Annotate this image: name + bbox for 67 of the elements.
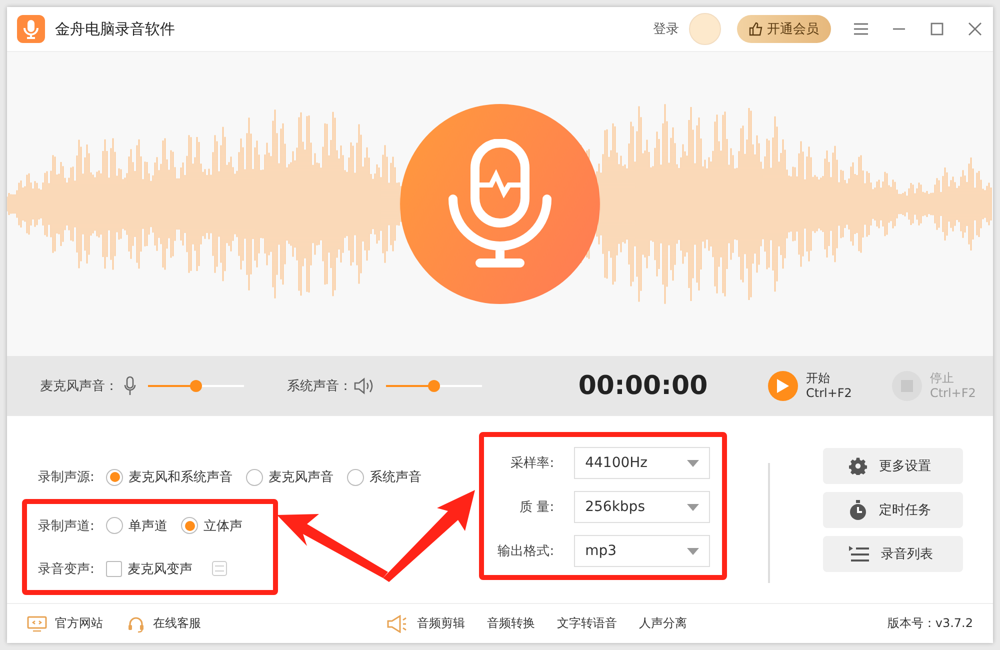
caret-icon (687, 460, 699, 466)
option-label: 麦克风变声 (127, 560, 192, 578)
tool-link[interactable]: 音频转换 (487, 615, 535, 632)
field-label: 录制声源: (38, 469, 94, 486)
option-label: 系统声音 (369, 469, 422, 486)
checkbox-option[interactable]: 麦克风变声 (106, 560, 192, 578)
app-logo-icon (17, 15, 45, 43)
radio-button[interactable] (246, 468, 264, 486)
radio-option[interactable]: 立体声 (181, 516, 242, 534)
login-link[interactable]: 登录 (653, 20, 679, 38)
link-label: 官方网站 (55, 615, 103, 632)
gear-icon (849, 457, 867, 475)
dropdown[interactable]: 256kbps (574, 491, 710, 523)
radio-button[interactable] (181, 517, 198, 534)
radio-button[interactable] (106, 468, 124, 486)
avatar[interactable] (689, 13, 721, 45)
speaker-icon (354, 377, 374, 395)
maximize-icon[interactable] (929, 21, 945, 37)
footer-link[interactable]: 在线客服 (127, 614, 201, 632)
radio-option[interactable]: 麦克风声音 (246, 468, 334, 486)
tool-link[interactable]: 音频剪辑 (417, 615, 465, 632)
dropdown[interactable]: 44100Hz (574, 447, 710, 479)
vip-button[interactable]: 开通会员 (737, 15, 831, 43)
start-button[interactable]: 开始 Ctrl+F2 (768, 371, 852, 401)
mic-volume-label: 麦克风声音： (40, 378, 118, 395)
field-label: 采样率: (510, 455, 554, 472)
close-icon[interactable] (967, 21, 983, 37)
headset-icon (127, 614, 145, 632)
checkbox[interactable] (106, 560, 122, 576)
microphone-icon (124, 376, 136, 396)
caret-icon (687, 504, 699, 510)
footer-link[interactable]: 官方网站 (27, 615, 103, 632)
radio-option[interactable]: 系统声音 (347, 468, 422, 486)
play-icon (777, 379, 789, 393)
stopwatch-icon (849, 500, 867, 520)
action-button[interactable]: 更多设置 (823, 448, 963, 484)
slider-thumb[interactable] (428, 380, 440, 392)
system-volume-label: 系统声音： (287, 378, 352, 395)
action-button[interactable]: 定时任务 (823, 492, 963, 528)
radio-option[interactable]: 单声道 (106, 516, 168, 534)
slider-thumb[interactable] (190, 380, 202, 392)
menu-icon[interactable] (853, 21, 869, 37)
link-label: 在线客服 (153, 615, 201, 632)
option-label: 立体声 (203, 518, 242, 534)
field-label: 录音变声: (38, 560, 94, 578)
timer-display: 00:00:00 (577, 371, 709, 401)
dropdown[interactable]: mp3 (574, 535, 710, 567)
radio-button[interactable] (347, 468, 364, 486)
field-label: 录制声道: (38, 518, 94, 534)
caret-icon (687, 548, 699, 554)
tool-link[interactable]: 文字转语音 (557, 615, 617, 632)
tool-link[interactable]: 人声分离 (639, 615, 687, 632)
field-label: 输出格式: (496, 543, 554, 560)
option-label: 麦克风声音 (268, 469, 334, 486)
version-label: 版本号：v3.7.2 (887, 615, 973, 632)
action-button[interactable]: 录音列表 (823, 536, 963, 572)
sliders-icon[interactable] (212, 561, 228, 576)
thumbs-up-icon (749, 22, 763, 36)
radio-button[interactable] (106, 517, 124, 534)
field-label: 质 量: (518, 499, 554, 516)
option-label: 单声道 (128, 518, 168, 534)
monitor-icon (27, 616, 47, 632)
window-title: 金舟电脑录音软件 (55, 20, 176, 38)
list-icon (849, 545, 869, 563)
megaphone-icon (387, 614, 407, 632)
radio-option[interactable]: 麦克风和系统声音 (106, 468, 232, 486)
option-label: 麦克风和系统声音 (128, 469, 232, 486)
